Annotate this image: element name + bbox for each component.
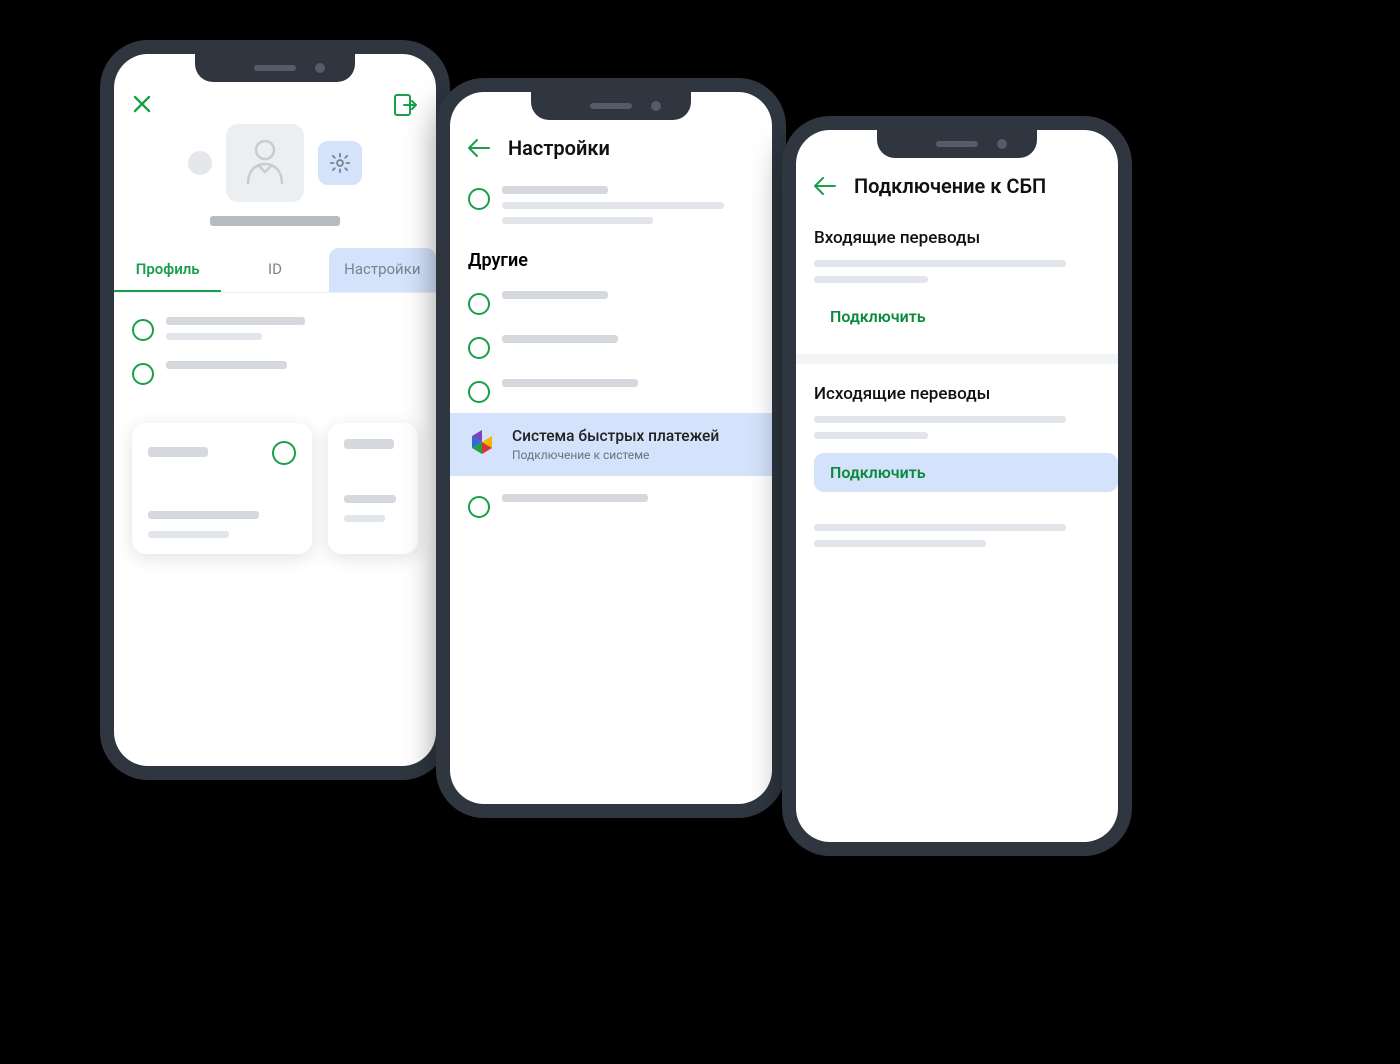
connect-incoming-button[interactable]: Подключить [814,297,1118,336]
sbp-subtitle: Подключение к системе [512,448,719,462]
phone-notch [877,130,1037,158]
phone-profile: Профиль ID Настройки [100,40,450,780]
profile-header [114,120,436,240]
bullet-icon [468,188,490,210]
footnote [796,520,1118,547]
phone-screen: Настройки Другие [450,92,772,804]
status-dot [188,151,212,175]
profile-name-placeholder [210,216,340,226]
close-icon[interactable] [132,94,154,116]
list-item[interactable] [468,369,754,413]
outgoing-heading: Исходящие переводы [796,364,1118,412]
bullet-icon [468,337,490,359]
list-item[interactable] [132,351,418,395]
phone-notch [531,92,691,120]
bullet-icon [468,293,490,315]
gear-icon [329,152,351,174]
info-card[interactable] [328,423,418,554]
list-item[interactable] [468,325,754,369]
header: Подключение к СБП [796,158,1118,208]
list-item[interactable] [468,176,754,234]
phone-sbp-connect: Подключение к СБП Входящие переводы Подк… [782,116,1132,856]
sbp-title: Система быстрых платежей [512,427,719,445]
bullet-icon [468,381,490,403]
list-item[interactable] [468,281,754,325]
sbp-item[interactable]: Система быстрых платежей Подключение к с… [450,413,772,476]
outgoing-text [796,412,1118,439]
bullet-icon [132,319,154,341]
bullet-icon [272,441,296,465]
bullet-icon [468,496,490,518]
phone-notch [195,54,355,82]
top-bar [114,82,436,120]
tab-profile[interactable]: Профиль [114,248,221,292]
divider [796,354,1118,364]
header: Настройки [450,120,772,170]
logout-icon[interactable] [394,94,418,116]
info-card[interactable] [132,423,312,554]
incoming-heading: Входящие переводы [796,208,1118,256]
section-other: Другие [450,234,772,277]
phone-screen: Подключение к СБП Входящие переводы Подк… [796,130,1118,842]
tab-id[interactable]: ID [221,248,328,292]
back-icon[interactable] [468,139,490,157]
bullet-icon [132,363,154,385]
tab-settings[interactable]: Настройки [329,248,436,292]
person-icon [242,138,288,188]
cards-row [114,395,436,554]
profile-list [114,293,436,395]
sbp-logo-icon [468,428,498,462]
connect-outgoing-button[interactable]: Подключить [814,453,1118,492]
page-title: Подключение к СБП [854,174,1046,198]
phone-screen: Профиль ID Настройки [114,54,436,766]
list-item[interactable] [132,307,418,351]
settings-gear-button[interactable] [318,141,362,185]
phone-settings: Настройки Другие [436,78,786,818]
incoming-text [796,256,1118,283]
page-title: Настройки [508,136,610,160]
list-item[interactable] [468,484,754,528]
back-icon[interactable] [814,177,836,195]
profile-tabs: Профиль ID Настройки [114,248,436,293]
avatar[interactable] [226,124,304,202]
